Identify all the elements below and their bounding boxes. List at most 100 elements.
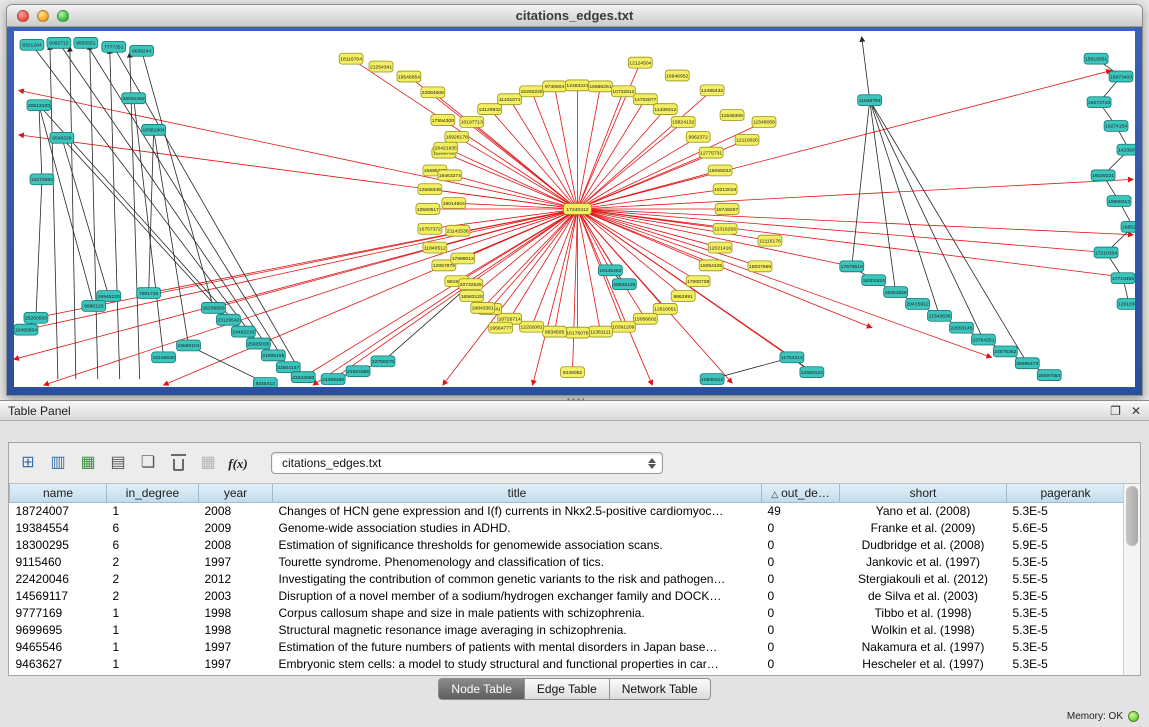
graph-node[interactable]: 18843361: [471, 302, 495, 313]
graph-node[interactable]: 9962372: [686, 131, 710, 142]
graph-node[interactable]: 18381904: [142, 124, 166, 135]
table-cell[interactable]: 19384554: [10, 519, 107, 536]
graph-node-hub[interactable]: 17240412: [564, 204, 592, 215]
table-settings-icon[interactable]: ⊞: [15, 451, 41, 475]
graph-node[interactable]: 18116704: [339, 53, 363, 64]
table-cell[interactable]: 9463627: [10, 655, 107, 672]
table-source-combo[interactable]: citations_edges.txt: [271, 452, 663, 474]
table-row[interactable]: 1872400712008Changes of HCN gene express…: [10, 502, 1125, 519]
table-cell[interactable]: 5.3E-5: [1007, 502, 1125, 519]
table-cell[interactable]: 0: [762, 638, 840, 655]
graph-node[interactable]: 16946952: [665, 70, 689, 81]
graph-node[interactable]: 17000708: [686, 276, 710, 287]
graph-node[interactable]: 11646784: [858, 95, 882, 106]
table-row[interactable]: 1830029562008Estimation of significance …: [10, 536, 1125, 553]
table-cell[interactable]: 1: [107, 655, 199, 672]
graph-node[interactable]: 20732625: [459, 279, 483, 290]
graph-node[interactable]: 23129542: [216, 314, 240, 325]
graph-node[interactable]: 11439312: [653, 104, 677, 115]
graph-node[interactable]: 9245052: [561, 367, 585, 378]
graph-edge[interactable]: [577, 209, 760, 266]
graph-node[interactable]: 9092712: [47, 37, 71, 48]
table-row[interactable]: 969969511998Structural magnetic resonanc…: [10, 621, 1125, 638]
table-cell[interactable]: 5.6E-5: [1007, 519, 1125, 536]
graph-node[interactable]: 15056602: [633, 313, 657, 324]
graph-edge[interactable]: [70, 47, 76, 379]
graph-node[interactable]: 10450504: [14, 324, 38, 335]
table-cell[interactable]: 5.3E-5: [1007, 621, 1125, 638]
table-cell[interactable]: 0: [762, 519, 840, 536]
graph-node[interactable]: 19945120: [97, 291, 121, 302]
table-cell[interactable]: Genome-wide association studies in ADHD.: [273, 519, 762, 536]
graph-edge[interactable]: [532, 209, 578, 327]
graph-edge[interactable]: [213, 209, 577, 308]
graph-node[interactable]: 25986473: [1015, 358, 1039, 369]
graph-edge[interactable]: [577, 137, 698, 209]
scrollbar-thumb[interactable]: [1126, 486, 1138, 546]
float-panel-icon[interactable]: ❐: [1110, 405, 1121, 417]
graph-node[interactable]: 8321204: [20, 39, 44, 50]
column-header[interactable]: name: [10, 484, 107, 502]
graph-node[interactable]: 26097584: [1037, 370, 1061, 381]
graph-node[interactable]: 9862891: [671, 291, 695, 302]
graph-node[interactable]: 20845126: [612, 279, 636, 290]
graph-node[interactable]: 23764251: [971, 334, 995, 345]
table-cell[interactable]: Dudbridge et al. (2008): [840, 536, 1007, 553]
graph-node[interactable]: 21142536: [446, 225, 470, 236]
table-cell[interactable]: Tourette syndrome. Phenomenology and cla…: [273, 553, 762, 570]
graph-node[interactable]: 18301524: [862, 275, 886, 286]
table-cell[interactable]: 0: [762, 536, 840, 553]
column-header[interactable]: short: [840, 484, 1007, 502]
table-row[interactable]: 946554611997Estimation of the future num…: [10, 638, 1125, 655]
graph-node[interactable]: 12273362: [30, 174, 54, 185]
graph-node[interactable]: 26031462: [122, 93, 146, 104]
graph-node[interactable]: 18463274: [438, 170, 462, 181]
graph-node[interactable]: 11840512: [423, 242, 447, 253]
graph-edge[interactable]: [86, 43, 288, 367]
table-cell[interactable]: Estimation of significance thresholds fo…: [273, 536, 762, 553]
table-cell[interactable]: 2008: [199, 536, 273, 553]
table-cell[interactable]: 1: [107, 638, 199, 655]
graph-node[interactable]: 16757372: [418, 223, 442, 234]
graph-node[interactable]: 19564777: [489, 322, 513, 333]
graph-node[interactable]: 23342560: [291, 372, 315, 383]
table-row[interactable]: 1938455462009Genome-wide association stu…: [10, 519, 1125, 536]
graph-edge[interactable]: [149, 130, 154, 293]
table-cell[interactable]: 9777169: [10, 604, 107, 621]
table-cell[interactable]: Corpus callosum shape and size in male p…: [273, 604, 762, 621]
graph-node[interactable]: 9730604: [543, 81, 567, 92]
graph-node[interactable]: 12124504: [628, 57, 652, 68]
table-cell[interactable]: 1997: [199, 553, 273, 570]
graph-node[interactable]: 15037569: [748, 261, 772, 272]
graph-edge[interactable]: [149, 209, 578, 293]
graph-edge[interactable]: [90, 45, 98, 379]
table-cell[interactable]: Hescheler et al. (1997): [840, 655, 1007, 672]
table-vertical-scrollbar[interactable]: [1123, 484, 1140, 675]
network-canvas-svg[interactable]: 1574829711316256120214161605442517000708…: [14, 31, 1135, 387]
table-row[interactable]: 1456911722003Disruption of a novel membe…: [10, 587, 1125, 604]
network-window-titlebar[interactable]: citations_edges.txt: [7, 5, 1142, 27]
graph-node[interactable]: 14235036: [1117, 144, 1135, 155]
graph-edge[interactable]: [577, 189, 725, 209]
graph-node[interactable]: 19546854: [397, 71, 421, 82]
table-cell[interactable]: 2012: [199, 570, 273, 587]
column-header[interactable]: pagerank: [1007, 484, 1125, 502]
table-cell[interactable]: 2: [107, 570, 199, 587]
graph-node[interactable]: 24875362: [993, 346, 1017, 357]
function-builder-icon[interactable]: f(x): [225, 451, 251, 475]
table-cell[interactable]: 2: [107, 587, 199, 604]
table-cell[interactable]: 0: [762, 604, 840, 621]
table-cell[interactable]: Structural magnetic resonance image aver…: [273, 621, 762, 638]
graph-node[interactable]: 8990125: [82, 300, 106, 311]
row-options-icon[interactable]: ▤: [105, 451, 131, 475]
graph-node[interactable]: 15748297: [715, 204, 739, 215]
table-cell[interactable]: 1998: [199, 621, 273, 638]
graph-node[interactable]: 9634505: [543, 326, 567, 337]
graph-node[interactable]: 8639244: [130, 45, 154, 56]
table-row[interactable]: 946362711997Embryonic stem cells: a mode…: [10, 655, 1125, 672]
table-cell[interactable]: 0: [762, 587, 840, 604]
table-cell[interactable]: 6: [107, 536, 199, 553]
graph-node[interactable]: 22759275: [371, 356, 395, 367]
graph-node[interactable]: 26206560: [201, 302, 225, 313]
graph-edge[interactable]: [110, 49, 120, 379]
